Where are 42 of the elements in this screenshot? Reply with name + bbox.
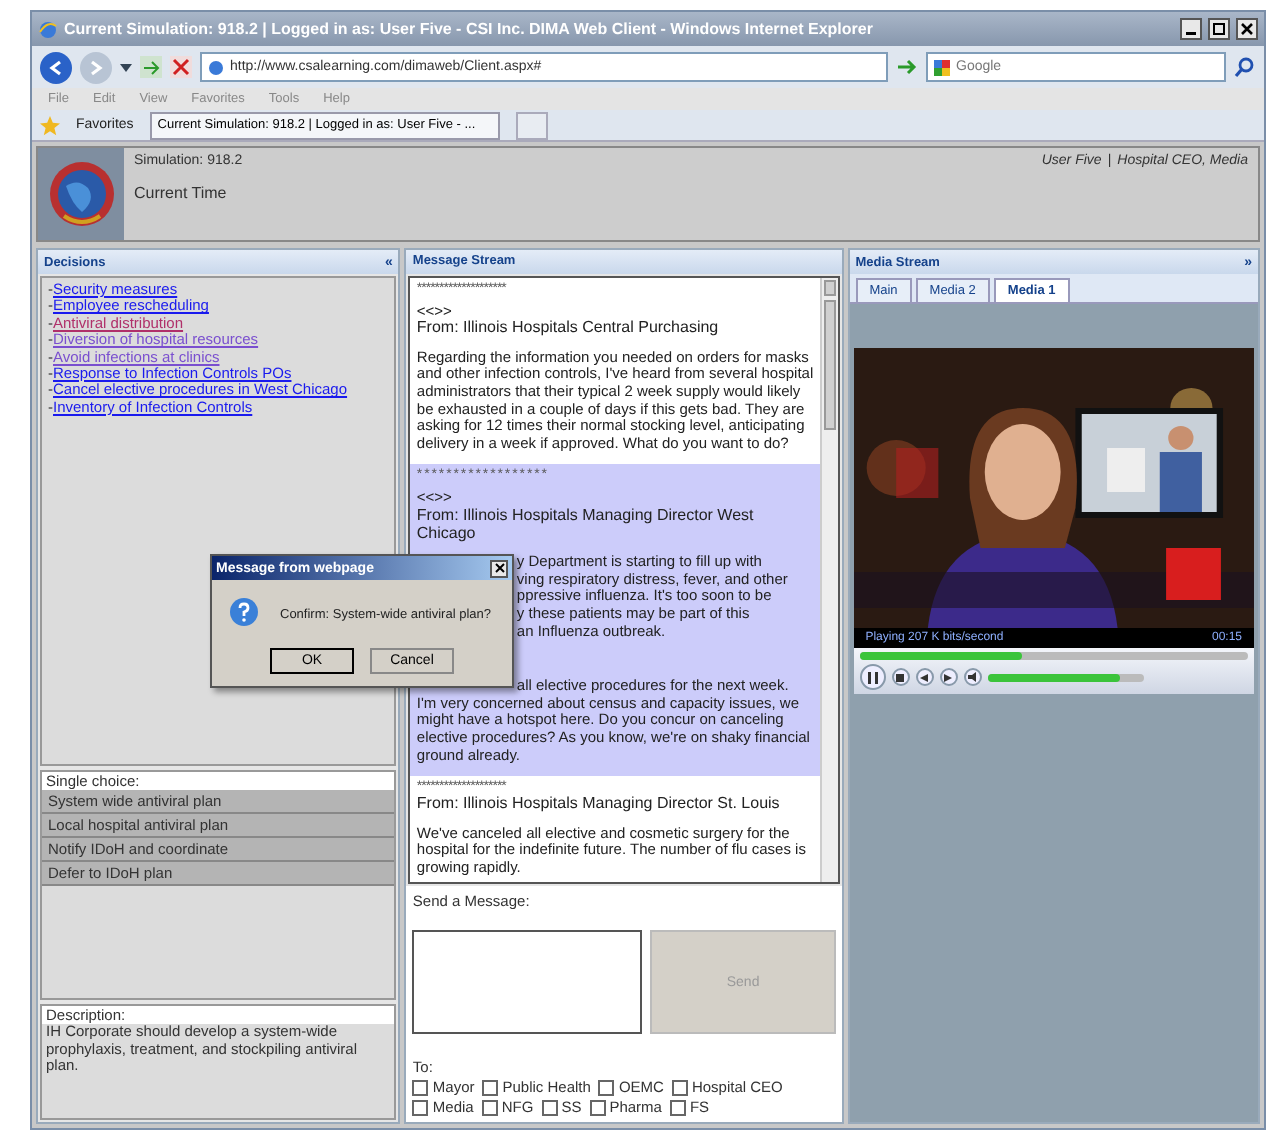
star-icon[interactable] [40,115,60,135]
checkbox[interactable] [482,1079,499,1095]
checkbox[interactable] [589,1099,606,1115]
close-icon [493,562,505,574]
speaker-icon [967,672,978,682]
close-button[interactable] [490,559,508,577]
maximize-button[interactable] [1208,18,1230,40]
stop-icon[interactable] [170,56,192,78]
go-arrow-icon[interactable] [896,56,918,78]
search-provider-icon [934,59,950,75]
next-button[interactable] [939,668,958,686]
stop-button[interactable] [891,668,910,686]
close-icon [1240,22,1254,36]
checkbox[interactable] [669,1099,686,1115]
checkbox[interactable] [598,1079,615,1095]
window-title: Current Simulation: 918.2 | Logged in as: User Five - CSI Inc. DIMA Web Client - Windows Internet Explorer [64,20,875,38]
stop-icon [896,673,905,681]
message-input[interactable] [412,930,643,1034]
pause-button[interactable] [859,664,886,690]
globe-logo-icon [47,160,115,228]
back-button[interactable] [40,51,72,83]
message-sender: From: Illinois Hospitals Central Purchasing [416,320,721,338]
checkbox[interactable] [412,1099,429,1115]
pause-icon [867,671,878,683]
volume-slider[interactable] [987,673,1144,681]
close-button[interactable] [1236,18,1258,40]
current-time-label: Current Time [134,184,229,202]
question-icon [228,598,260,630]
checkbox[interactable] [541,1099,558,1115]
message-sender: From: Illinois Hospitals Managing Director St. Louis [416,796,782,814]
dropdown-icon[interactable] [120,61,132,73]
message-sender: From: Illinois Hospitals Managing Director West Chicago [416,508,756,543]
maximize-icon [1212,22,1226,36]
previous-button[interactable] [915,668,934,686]
minimize-button[interactable] [1180,18,1202,40]
next-icon [944,673,953,681]
mute-button[interactable] [963,668,982,686]
previous-icon [920,673,929,681]
checkbox[interactable] [412,1079,429,1095]
checkbox[interactable] [481,1099,498,1115]
search-icon[interactable] [1234,56,1256,78]
checkbox[interactable] [671,1079,688,1095]
